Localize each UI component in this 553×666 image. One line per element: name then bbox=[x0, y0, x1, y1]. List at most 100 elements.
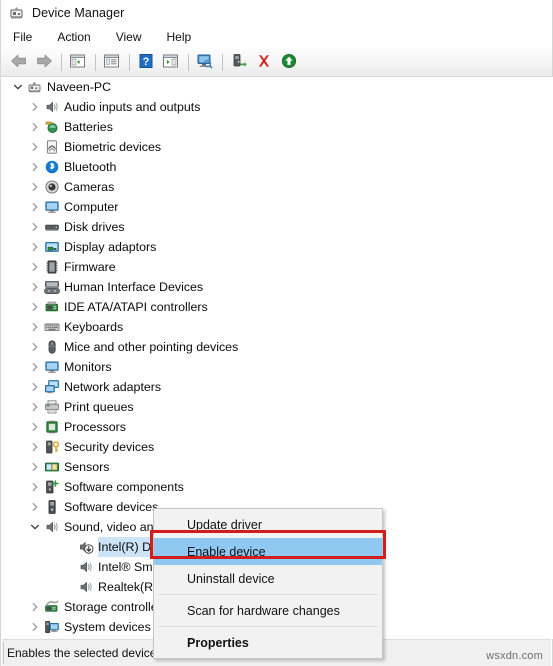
ctx-scan-hardware-changes[interactable]: Scan for hardware changes bbox=[154, 597, 382, 624]
tree-item-network-adapters[interactable]: Network adapters bbox=[2, 377, 553, 397]
tree-item-label: Biometric devices bbox=[64, 140, 162, 154]
chevron-right-icon[interactable] bbox=[26, 257, 43, 277]
toolbar-back[interactable] bbox=[7, 52, 30, 74]
tree-item-security-devices[interactable]: Security devices bbox=[2, 437, 553, 457]
tree-item-label: Processors bbox=[64, 420, 126, 434]
chevron-right-icon[interactable] bbox=[26, 337, 43, 357]
ctx-enable-device[interactable]: Enable device bbox=[154, 538, 382, 565]
toolbar-scan-hardware[interactable] bbox=[193, 52, 216, 74]
tree-item-processors[interactable]: Processors bbox=[2, 417, 553, 437]
chevron-right-icon[interactable] bbox=[26, 97, 43, 117]
chevron-right-icon[interactable] bbox=[26, 137, 43, 157]
toolbar-uninstall-device[interactable] bbox=[252, 52, 275, 74]
system-device-icon bbox=[43, 617, 60, 637]
toolbar-forward[interactable] bbox=[32, 52, 55, 74]
tree-item-biometric-devices[interactable]: Biometric devices bbox=[2, 137, 553, 157]
device-manager-window: Device Manager File Action View Help ? N… bbox=[0, 0, 553, 666]
tree-item-label: Software devices bbox=[64, 500, 159, 514]
ctx-properties[interactable]: Properties bbox=[154, 629, 382, 656]
tree-item-keyboards[interactable]: Keyboards bbox=[2, 317, 553, 337]
toolbar-enable-device[interactable] bbox=[277, 52, 300, 74]
tree-root-label: Naveen-PC bbox=[47, 80, 112, 94]
speaker-icon bbox=[43, 97, 60, 117]
tree-item-human-interface-devices[interactable]: Human Interface Devices bbox=[2, 277, 553, 297]
tree-item-label: Computer bbox=[64, 200, 119, 214]
tree-item-audio-inputs-and-outputs[interactable]: Audio inputs and outputs bbox=[2, 97, 553, 117]
chevron-right-icon[interactable] bbox=[26, 317, 43, 337]
tree-item-display-adaptors[interactable]: Display adaptors bbox=[2, 237, 553, 257]
tree-item-label: IDE ATA/ATAPI controllers bbox=[64, 300, 208, 314]
chevron-right-icon[interactable] bbox=[26, 397, 43, 417]
chevron-right-icon[interactable] bbox=[26, 477, 43, 497]
menu-view[interactable]: View bbox=[114, 28, 153, 46]
chevron-right-icon[interactable] bbox=[26, 117, 43, 137]
device-manager-icon bbox=[9, 5, 25, 21]
tree-item-print-queues[interactable]: Print queues bbox=[2, 397, 553, 417]
chevron-right-icon[interactable] bbox=[26, 457, 43, 477]
tree-root-node[interactable]: Naveen-PC bbox=[2, 77, 553, 97]
tree-item-mice-and-other-pointing-devices[interactable]: Mice and other pointing devices bbox=[2, 337, 553, 357]
chevron-right-icon[interactable] bbox=[26, 297, 43, 317]
tree-item-cameras[interactable]: Cameras bbox=[2, 177, 553, 197]
display-adapter-icon bbox=[43, 237, 60, 257]
tree-item-bluetooth[interactable]: Bluetooth bbox=[2, 157, 553, 177]
toolbar-separator bbox=[61, 54, 62, 71]
chevron-right-icon[interactable] bbox=[26, 157, 43, 177]
chevron-right-icon[interactable] bbox=[26, 357, 43, 377]
chevron-right-icon[interactable] bbox=[26, 237, 43, 257]
tree-item-software-components[interactable]: Software components bbox=[2, 477, 553, 497]
toolbar-properties[interactable] bbox=[100, 52, 123, 74]
chevron-down-icon[interactable] bbox=[26, 517, 43, 537]
chevron-right-icon[interactable] bbox=[26, 417, 43, 437]
toolbar-action-pane[interactable] bbox=[159, 52, 182, 74]
title-bar: Device Manager bbox=[1, 0, 552, 25]
ctx-update-driver[interactable]: Update driver bbox=[154, 511, 382, 538]
fingerprint-icon bbox=[43, 137, 60, 157]
chevron-right-icon[interactable] bbox=[26, 217, 43, 237]
tree-item-label: Sensors bbox=[64, 460, 110, 474]
camera-icon bbox=[43, 177, 60, 197]
sensor-icon bbox=[43, 457, 60, 477]
chevron-right-icon[interactable] bbox=[26, 177, 43, 197]
context-menu[interactable]: Update driver Enable device Uninstall de… bbox=[153, 508, 383, 659]
tree-item-disk-drives[interactable]: Disk drives bbox=[2, 217, 553, 237]
toolbar-help[interactable]: ? bbox=[134, 52, 157, 74]
status-bar-grip bbox=[3, 642, 7, 664]
chevron-right-icon[interactable] bbox=[26, 497, 43, 517]
tree-item-label: System devices bbox=[64, 620, 151, 634]
menu-action[interactable]: Action bbox=[55, 28, 101, 46]
speaker-icon bbox=[77, 557, 94, 577]
tree-item-monitors[interactable]: Monitors bbox=[2, 357, 553, 377]
tree-item-computer[interactable]: Computer bbox=[2, 197, 553, 217]
chevron-right-icon[interactable] bbox=[26, 597, 43, 617]
chevron-right-icon[interactable] bbox=[26, 197, 43, 217]
tree-item-label: Human Interface Devices bbox=[64, 280, 204, 294]
chevron-right-icon[interactable] bbox=[26, 437, 43, 457]
toolbar-update-driver[interactable] bbox=[227, 52, 250, 74]
properties-icon bbox=[103, 53, 120, 72]
processor-icon bbox=[43, 417, 60, 437]
tree-item-ide-ata-atapi-controllers[interactable]: IDE ATA/ATAPI controllers bbox=[2, 297, 553, 317]
chevron-down-icon[interactable] bbox=[9, 77, 26, 97]
update-driver-icon bbox=[231, 53, 247, 72]
toolbar-console-tree[interactable] bbox=[66, 52, 89, 74]
tree-item-label: Disk drives bbox=[64, 220, 125, 234]
tree-item-label: Monitors bbox=[64, 360, 112, 374]
tree-item-sensors[interactable]: Sensors bbox=[2, 457, 553, 477]
battery-icon bbox=[43, 117, 60, 137]
menu-help[interactable]: Help bbox=[165, 28, 203, 46]
ctx-uninstall-device[interactable]: Uninstall device bbox=[154, 565, 382, 592]
tree-item-batteries[interactable]: Batteries bbox=[2, 117, 553, 137]
tree-item-firmware[interactable]: Firmware bbox=[2, 257, 553, 277]
chevron-right-icon[interactable] bbox=[26, 377, 43, 397]
context-menu-separator bbox=[158, 626, 378, 627]
tree-item-label: Audio inputs and outputs bbox=[64, 100, 201, 114]
security-key-icon bbox=[43, 437, 60, 457]
chevron-right-icon[interactable] bbox=[26, 617, 43, 637]
chevron-right-icon[interactable] bbox=[26, 277, 43, 297]
monitor-icon bbox=[43, 197, 60, 217]
menu-file[interactable]: File bbox=[11, 28, 43, 46]
toolbar-separator bbox=[222, 54, 223, 71]
